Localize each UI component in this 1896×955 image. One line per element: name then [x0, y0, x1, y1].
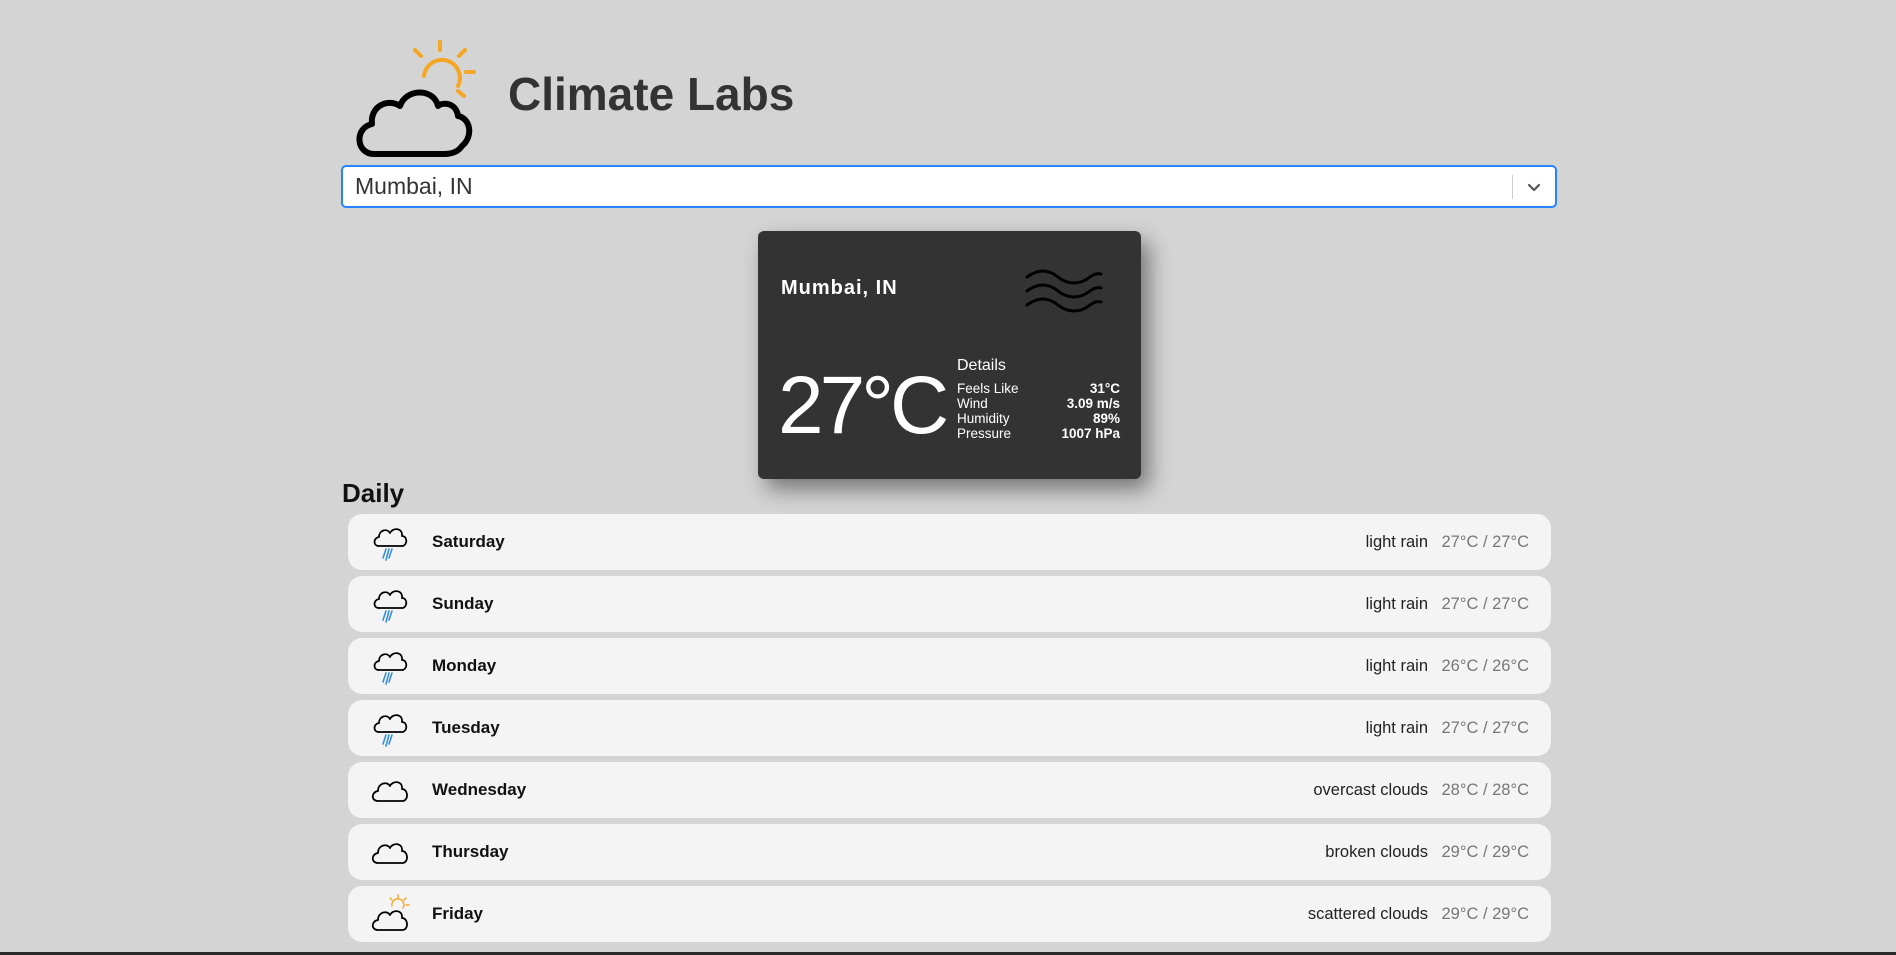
day-description: overcast clouds — [1313, 780, 1428, 799]
day-temperature: 27°C / 27°C — [1441, 718, 1530, 737]
day-temperature: 27°C / 27°C — [1441, 594, 1530, 613]
city-search-select[interactable]: Mumbai, IN — [341, 165, 1557, 208]
day-temperature: 29°C / 29°C — [1441, 842, 1530, 861]
day-name: Wednesday — [432, 780, 527, 799]
details-panel: Details Feels Like 31°C Wind 3.09 m/s Hu… — [957, 357, 1120, 441]
detail-value: 1007 hPa — [1061, 426, 1120, 441]
day-name: Saturday — [432, 532, 505, 551]
day-description: broken clouds — [1325, 842, 1428, 861]
rain-cloud-icon — [370, 522, 410, 562]
daily-row-saturday[interactable]: Saturday light rain 27°C / 27°C — [348, 514, 1551, 570]
day-description: light rain — [1365, 594, 1428, 613]
city-search-value[interactable]: Mumbai, IN — [343, 173, 1512, 200]
page: Climate Labs Mumbai, IN Mumbai, IN 27°C … — [0, 0, 1896, 955]
day-description: light rain — [1365, 532, 1428, 551]
haze-wind-icon — [1025, 269, 1103, 313]
day-name: Thursday — [432, 842, 509, 861]
day-temperature: 26°C / 26°C — [1441, 656, 1530, 675]
detail-row-pressure: Pressure 1007 hPa — [957, 426, 1120, 441]
detail-row-humidity: Humidity 89% — [957, 411, 1120, 426]
detail-value: 3.09 m/s — [1066, 396, 1120, 411]
day-name: Tuesday — [432, 718, 500, 737]
current-temperature: 27°C — [778, 360, 949, 451]
detail-value: 89% — [1092, 411, 1120, 426]
rain-cloud-icon — [370, 708, 410, 748]
header: Climate Labs — [352, 36, 794, 158]
daily-list: Saturday light rain 27°C / 27°C Sunday l… — [348, 514, 1551, 948]
detail-value: 31°C — [1089, 381, 1120, 396]
detail-label: Pressure — [957, 426, 1012, 441]
cloud-icon — [370, 770, 410, 810]
rain-cloud-icon — [370, 646, 410, 686]
day-name: Sunday — [432, 594, 494, 613]
daily-title: Daily — [342, 478, 405, 508]
detail-row-wind: Wind 3.09 m/s — [957, 396, 1120, 411]
day-name: Friday — [432, 904, 484, 923]
daily-row-wednesday[interactable]: Wednesday overcast clouds 28°C / 28°C — [348, 762, 1551, 818]
current-weather-card: Mumbai, IN 27°C Details Feels Like 31°C … — [758, 231, 1141, 479]
cloud-icon — [370, 832, 410, 872]
day-description: scattered clouds — [1307, 904, 1428, 923]
details-title: Details — [957, 357, 1006, 374]
daily-row-monday[interactable]: Monday light rain 26°C / 26°C — [348, 638, 1551, 694]
day-description: light rain — [1365, 656, 1428, 675]
day-temperature: 27°C / 27°C — [1441, 532, 1530, 551]
cloud-sun-icon — [370, 894, 410, 934]
detail-label: Wind — [957, 396, 988, 411]
day-name: Monday — [432, 656, 497, 675]
daily-row-tuesday[interactable]: Tuesday light rain 27°C / 27°C — [348, 700, 1551, 756]
daily-row-sunday[interactable]: Sunday light rain 27°C / 27°C — [348, 576, 1551, 632]
detail-label: Feels Like — [957, 381, 1019, 396]
chevron-down-icon — [1527, 183, 1541, 191]
rain-cloud-icon — [370, 584, 410, 624]
daily-row-friday[interactable]: Friday scattered clouds 29°C / 29°C — [348, 886, 1551, 942]
daily-row-thursday[interactable]: Thursday broken clouds 29°C / 29°C — [348, 824, 1551, 880]
detail-label: Humidity — [957, 411, 1010, 426]
current-city: Mumbai, IN — [781, 277, 898, 299]
day-description: light rain — [1365, 718, 1428, 737]
cloud-sun-icon — [356, 40, 476, 157]
day-temperature: 28°C / 28°C — [1441, 780, 1530, 799]
dropdown-toggle[interactable] — [1513, 167, 1555, 206]
app-title: Climate Labs — [508, 68, 795, 120]
detail-row-feels-like: Feels Like 31°C — [957, 381, 1120, 396]
day-temperature: 29°C / 29°C — [1441, 904, 1530, 923]
